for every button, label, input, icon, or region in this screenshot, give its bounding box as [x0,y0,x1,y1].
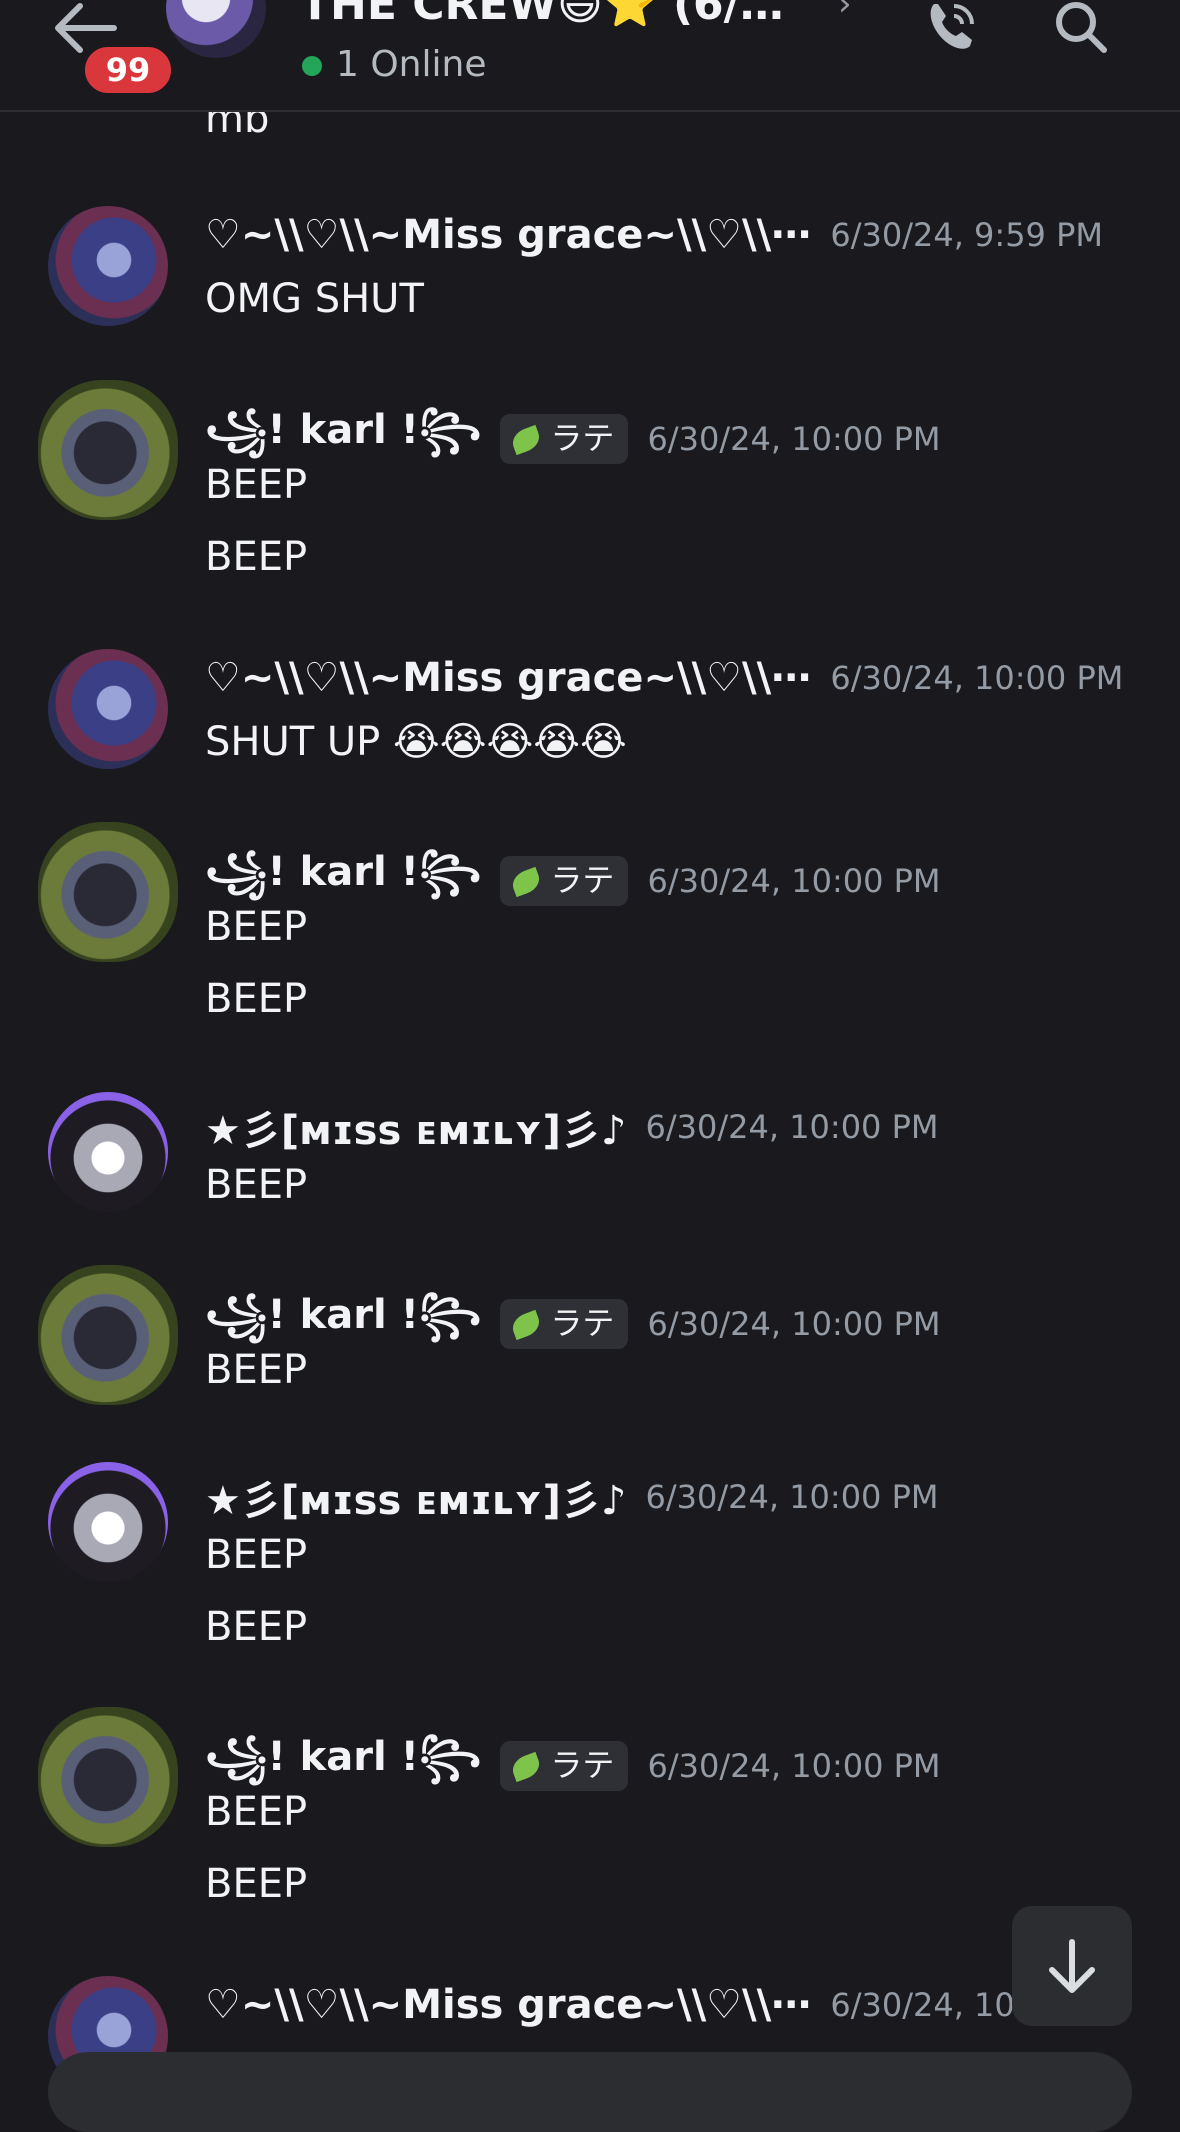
channel-title[interactable]: THE CREW😄⭐ (6/… [300,0,784,30]
timestamp: 6/30/24, 10:00 PM [830,659,1124,697]
online-status-dot [302,56,322,76]
message-text: BEEP [205,904,308,950]
message-text: BEEP [205,534,308,580]
leaf-icon [509,424,544,456]
online-status: 1 Online [336,44,487,85]
role-tag-label: ラテ [550,861,615,899]
avatar[interactable] [48,206,168,326]
timestamp: 6/30/24, 10:00 PM [645,1478,939,1516]
leaf-icon [509,1751,544,1783]
avatar[interactable] [48,649,168,769]
role-tag-label: ラテ [550,419,615,457]
timestamp: 6/30/24, 10:00 PM [647,1747,941,1785]
avatar[interactable] [48,1092,168,1212]
message-composer[interactable] [48,2052,1132,2132]
username[interactable]: ♡~\\♡\\~Miss grace~\\♡\\⋯ [205,1982,811,2028]
avatar[interactable] [38,380,178,520]
call-button[interactable] [922,0,978,56]
timestamp: 6/30/24, 10:00 PM [647,420,941,458]
unread-badge: 99 [80,42,176,98]
username[interactable]: ♡~\\♡\\~Miss grace~\\♡\\⋯ [205,212,811,258]
role-tag[interactable]: ラテ [500,1741,629,1791]
search-button[interactable] [1052,0,1112,56]
message-text: BEEP [205,1347,308,1393]
role-tag-label: ラテ [550,1746,615,1784]
avatar[interactable] [38,822,178,962]
message-text: SHUT UP 😭😭😭😭😭 [205,719,627,765]
arrow-down-icon [1049,1939,1095,1993]
message-text: BEEP [205,1861,308,1907]
message-text: BEEP [205,976,308,1022]
group-avatar[interactable] [166,0,266,58]
username[interactable]: ★彡[ᴍɪss ᴇᴍɪʟʏ]彡♪ [205,1478,626,1524]
channel-header: 99 THE CREW😄⭐ (6/… › 1 Online [0,0,1180,112]
timestamp: 6/30/24, 10:00 PM [645,1108,939,1146]
username[interactable]: ꧁! karl !꧂ [205,1734,481,1780]
message-list[interactable]: mb ♡~\\♡\\~Miss grace~\\♡\\⋯ 6/30/24, 9:… [0,0,1180,2096]
message-text: BEEP [205,1162,308,1208]
message-text: BEEP [205,462,308,508]
timestamp: 6/30/24, 9:59 PM [830,216,1103,254]
username[interactable]: ꧁! karl !꧂ [205,407,481,453]
phone-call-icon [930,4,974,49]
username[interactable]: ★彡[ᴍɪss ᴇᴍɪʟʏ]彡♪ [205,1108,626,1154]
username[interactable]: ꧁! karl !꧂ [205,1292,481,1338]
message-text: BEEP [205,1789,308,1835]
username[interactable]: ♡~\\♡\\~Miss grace~\\♡\\⋯ [205,655,811,701]
role-tag[interactable]: ラテ [500,414,629,464]
message-text: BEEP [205,1532,308,1578]
username[interactable]: ꧁! karl !꧂ [205,849,481,895]
timestamp: 6/30/24, 10:00 PM [647,1305,941,1343]
chevron-right-icon[interactable]: › [838,0,852,24]
timestamp: 6/30/24, 10:00 PM [647,862,941,900]
avatar[interactable] [38,1707,178,1847]
leaf-icon [509,866,544,898]
avatar[interactable] [48,1462,168,1582]
jump-to-bottom-button[interactable] [1012,1906,1132,2026]
role-tag[interactable]: ラテ [500,856,629,906]
search-icon [1056,2,1107,53]
leaf-icon [509,1309,544,1341]
message-text: BEEP [205,1604,308,1650]
role-tag-label: ラテ [550,1304,615,1342]
role-tag[interactable]: ラテ [500,1299,629,1349]
message-text: OMG SHUT [205,276,424,322]
avatar[interactable] [38,1265,178,1405]
